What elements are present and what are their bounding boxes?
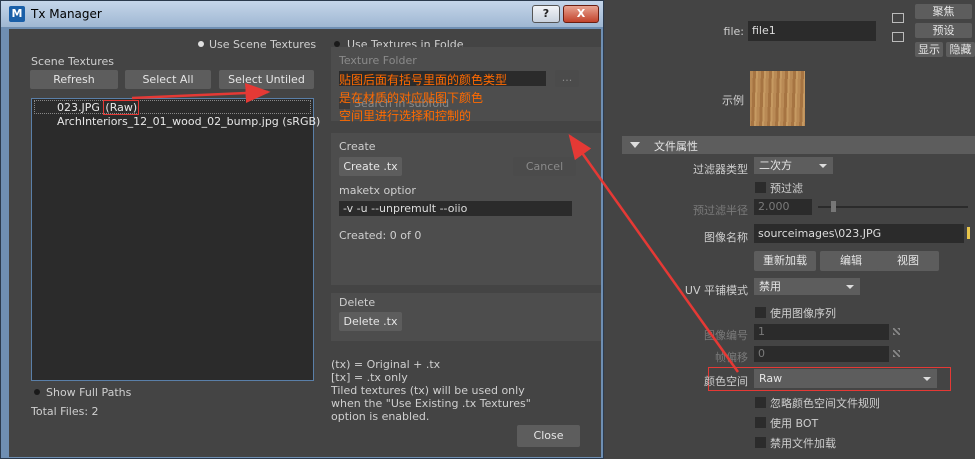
arrow-to-annotation — [131, 83, 271, 103]
arrow-to-colorspace — [568, 133, 740, 373]
annotation-arrows — [131, 83, 740, 373]
